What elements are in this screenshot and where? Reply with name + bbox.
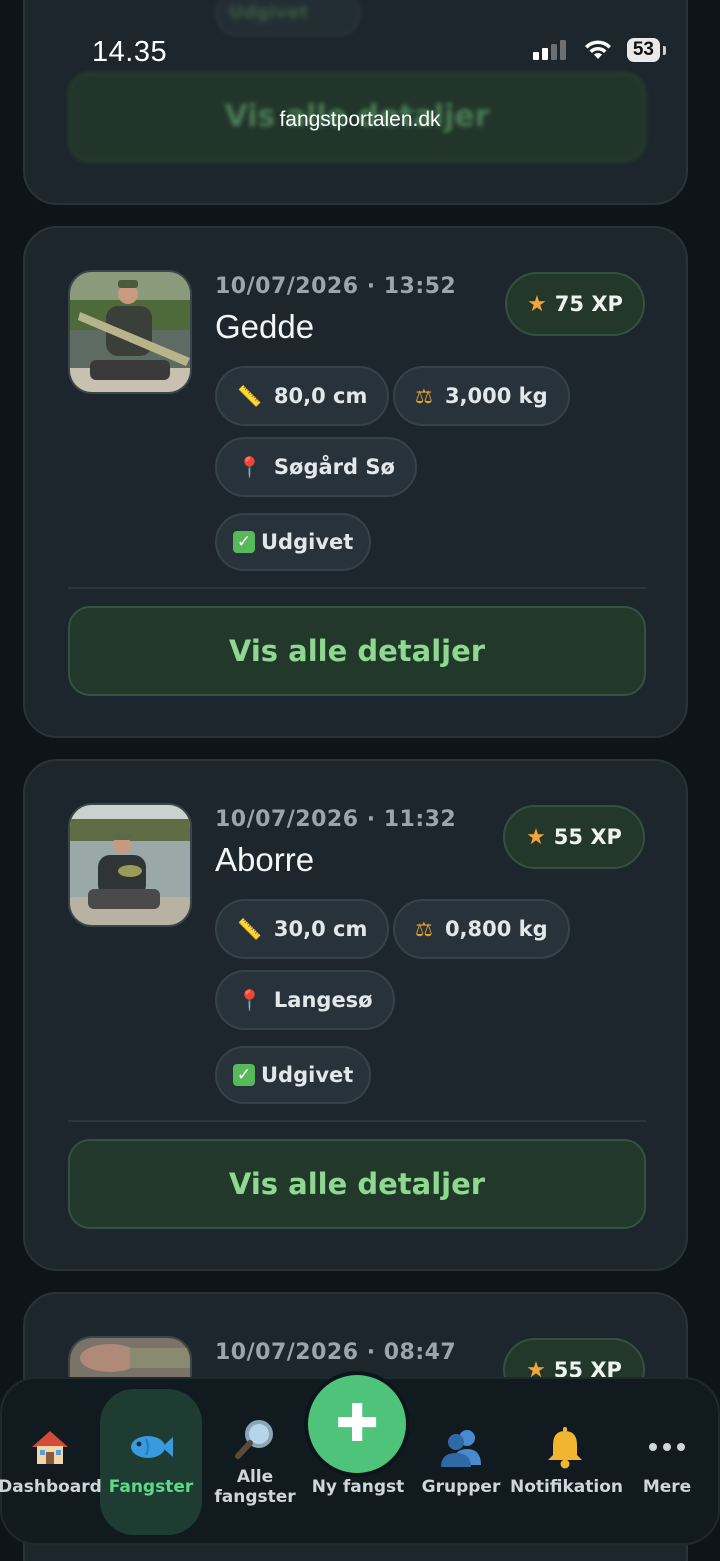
xp-value: 55 XP <box>553 825 622 849</box>
weight-pill: ⚖ 3,000 kg <box>393 366 570 426</box>
weight-value: 3,000 kg <box>444 384 548 408</box>
bell-icon <box>510 1427 620 1478</box>
plus-icon: ✚ <box>335 1394 379 1454</box>
weight-pill: ⚖ 0,800 kg <box>393 899 570 959</box>
details-button[interactable]: Vis alle detaljer <box>68 606 646 696</box>
catch-datetime: 10/07/2026 · 11:32 <box>215 807 457 832</box>
status-badge: Udgivet <box>215 0 361 36</box>
scale-icon: ⚖ <box>415 384 433 408</box>
length-pill: 📏 30,0 cm <box>215 899 390 959</box>
magnifier-icon <box>204 1417 306 1470</box>
star-icon: ★ <box>526 824 546 850</box>
url-bar[interactable]: fangstportalen.dk <box>0 108 720 132</box>
nav-item-grupper[interactable]: Grupper <box>412 1379 510 1547</box>
divider <box>68 587 646 589</box>
wifi-icon <box>584 40 611 59</box>
nav-item-dashboard[interactable]: Dashboard <box>0 1379 102 1547</box>
catch-datetime: 10/07/2026 · 08:47 <box>215 1340 457 1365</box>
ruler-icon: 📏 <box>237 384 262 408</box>
status-time: 14.35 <box>92 36 168 68</box>
nav-label: Fangster <box>108 1477 194 1497</box>
location-value: Søgård Sø <box>273 455 395 479</box>
location-value: Langesø <box>273 988 373 1012</box>
xp-badge: ★ 55 XP <box>503 805 645 869</box>
status-icons: 53 <box>532 38 667 62</box>
new-catch-button[interactable]: ✚ <box>308 1375 406 1473</box>
status-badge: ✓ Udgivet <box>215 1046 372 1104</box>
nav-label: Mere <box>642 1477 692 1497</box>
divider <box>68 1120 646 1122</box>
location-pill: 📍 Langesø <box>215 970 395 1030</box>
scale-icon: ⚖ <box>415 917 433 941</box>
fish-icon <box>100 1427 202 1476</box>
status-badge: ✓ Udgivet <box>215 513 372 571</box>
catch-photo[interactable] <box>68 803 192 927</box>
bottom-nav: Dashboard Fangster Alle fangster ✚ Ny fa… <box>0 1375 720 1547</box>
signal-icon <box>532 40 566 60</box>
catch-photo[interactable] <box>68 270 192 394</box>
status-value: Udgivet <box>261 530 354 554</box>
xp-value: 75 XP <box>554 292 623 316</box>
house-icon <box>0 1427 102 1476</box>
details-button[interactable]: Vis alle detaljer <box>68 1139 646 1229</box>
nav-item-notifikation[interactable]: Notifikation <box>510 1379 623 1547</box>
app-screen: 14.35 53 fangstportalen.dk Udgivet Vis a… <box>0 0 720 1561</box>
nav-item-fangster[interactable]: Fangster <box>100 1379 202 1547</box>
weight-value: 0,800 kg <box>444 917 548 941</box>
more-dots-icon <box>618 1427 716 1476</box>
nav-item-alle-fangster[interactable]: Alle fangster <box>204 1379 306 1547</box>
checkmark-icon: ✓ <box>233 1064 255 1086</box>
length-value: 80,0 cm <box>273 384 368 408</box>
nav-item-mere[interactable]: Mere <box>618 1379 716 1547</box>
pin-icon: 📍 <box>237 455 262 479</box>
checkmark-icon: ✓ <box>233 531 255 553</box>
xp-badge: ★ 75 XP <box>505 272 645 336</box>
people-icon <box>412 1427 510 1476</box>
location-pill: 📍 Søgård Sø <box>215 437 417 497</box>
ruler-icon: 📏 <box>237 917 262 941</box>
nav-label: Dashboard <box>0 1477 102 1497</box>
catch-card: 10/07/2026 · 11:32 Aborre ★ 55 XP 📏 30,0… <box>23 759 688 1271</box>
catch-species: Aborre <box>215 841 315 878</box>
catch-species: Gedde <box>215 308 315 345</box>
catch-card-previous: Udgivet Vis alle detaljer <box>23 0 688 205</box>
star-icon: ★ <box>527 291 547 317</box>
nav-label: Ny fangst <box>311 1477 405 1497</box>
status-value: Udgivet <box>261 1063 354 1087</box>
length-pill: 📏 80,0 cm <box>215 366 390 426</box>
nav-label: Alle fangster <box>214 1467 296 1507</box>
nav-label: Grupper <box>421 1477 501 1497</box>
pin-icon: 📍 <box>237 988 262 1012</box>
length-value: 30,0 cm <box>273 917 368 941</box>
catch-datetime: 10/07/2026 · 13:52 <box>215 274 457 299</box>
nav-label: Notifikation <box>510 1477 623 1497</box>
battery-indicator: 53 <box>626 38 667 62</box>
catch-card: 10/07/2026 · 13:52 Gedde ★ 75 XP 📏 80,0 … <box>23 226 688 738</box>
